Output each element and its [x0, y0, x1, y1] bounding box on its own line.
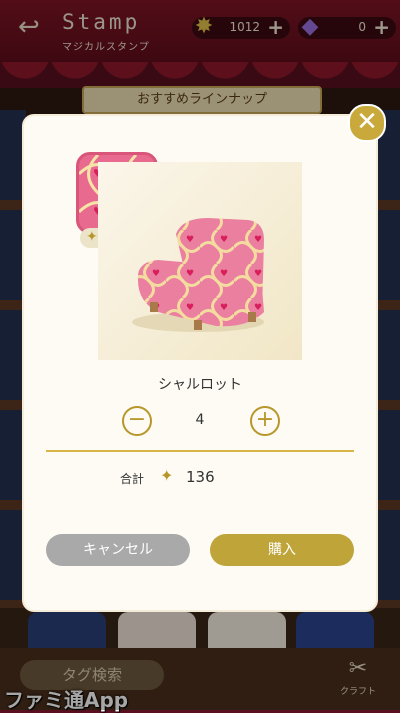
sparkle-icon: ✦ [86, 229, 98, 245]
divider [46, 450, 354, 452]
total-label: 合計 [120, 472, 145, 486]
increase-quantity-button[interactable]: + [250, 406, 280, 436]
sparkle-icon: ✦ [160, 466, 174, 485]
item-name: シャルロット [158, 377, 242, 393]
chair-illustration: ♥ [132, 218, 264, 332]
decrease-quantity-button[interactable]: − [122, 406, 152, 436]
item-preview: ♥ [98, 162, 302, 360]
cancel-button[interactable]: キャンセル [46, 534, 190, 566]
buy-button[interactable]: 購入 [210, 534, 354, 566]
total-value: 136 [186, 468, 215, 486]
quantity-value: 4 [195, 412, 205, 428]
close-icon[interactable]: ✕ [348, 104, 386, 142]
